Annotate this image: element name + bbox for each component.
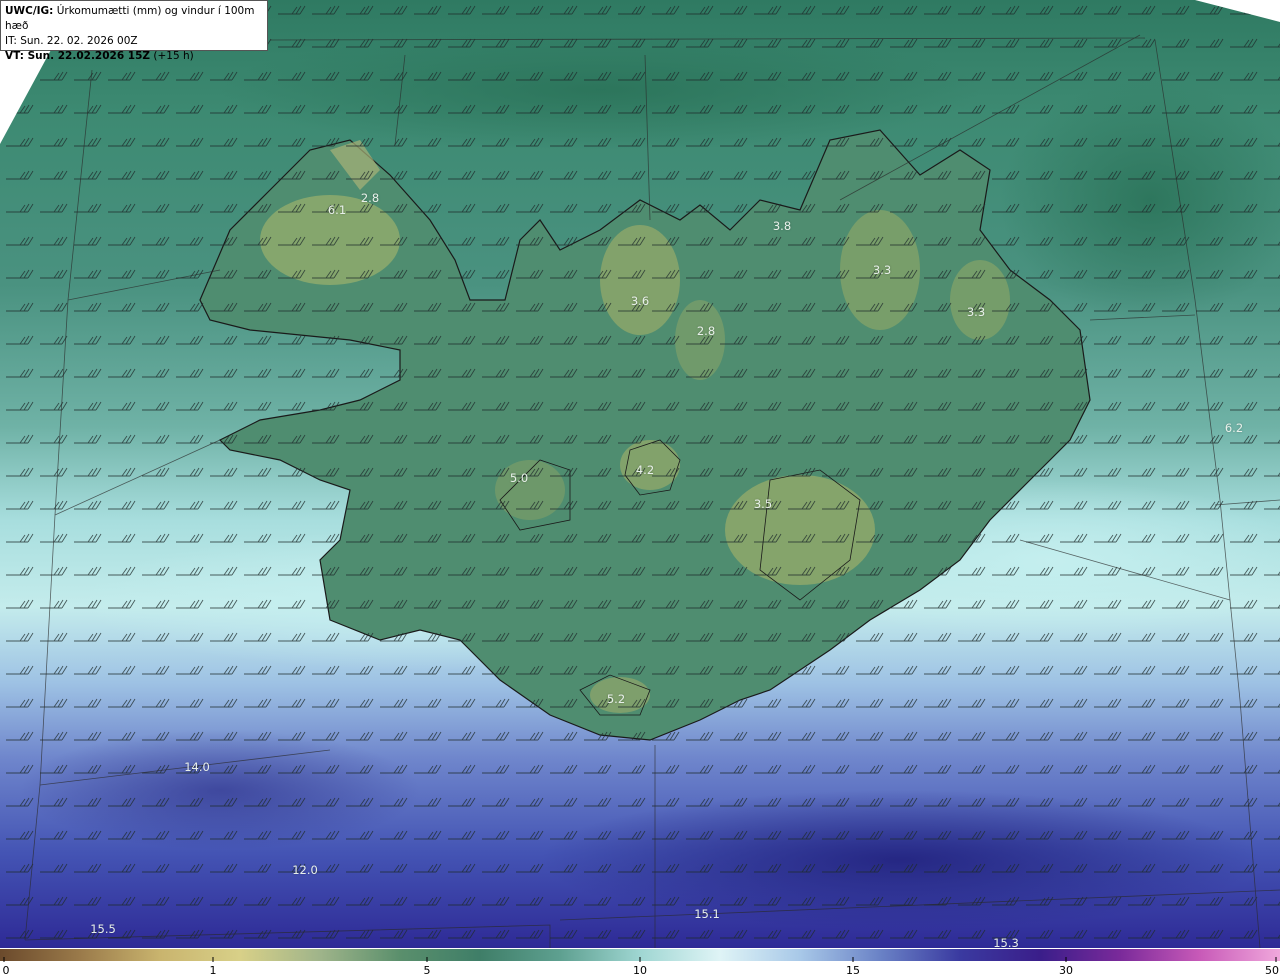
valid-time-line: VT: Sun. 22.02.2026 15Z (+15 h)	[5, 49, 263, 64]
precip-value-label: 5.0	[509, 471, 529, 485]
colorbar-tick-label: 10	[633, 964, 647, 977]
title-line: UWC/IG: Úrkomumætti (mm) og vindur í 100…	[5, 4, 263, 34]
colorbar-strip	[0, 949, 1280, 962]
precip-value-label: 2.8	[696, 324, 716, 338]
precip-value-label: 15.1	[694, 907, 720, 921]
forecast-offset: (+15 h)	[153, 50, 194, 62]
precip-value-label: 12.0	[292, 863, 318, 877]
colorbar-tick-label: 50	[1265, 964, 1279, 977]
precip-value-label: 5.2	[606, 692, 626, 706]
valid-time: VT: Sun. 22.02.2026 15Z	[5, 50, 151, 62]
colorbar-tick-label: 0	[2, 964, 10, 977]
precip-value-label: 3.3	[966, 305, 986, 319]
precip-value-label: 15.5	[90, 922, 116, 936]
precipitation-map: 2.8 6.1 3.8 3.3 3.3 3.6 2.8 4.2 5.0 3.5 6.2 5.2 14.0…	[0, 0, 1280, 950]
colorbar-tick-label: 1	[209, 964, 217, 977]
title-box: UWC/IG: Úrkomumætti (mm) og vindur í 100…	[0, 0, 268, 62]
precip-value-label: 2.8	[360, 191, 380, 205]
precip-value-label: 3.3	[872, 263, 892, 277]
colorbar-tick-label: 5	[423, 964, 431, 977]
colorbar-tick-label: 15	[846, 964, 860, 977]
colorbar-tick-label: 30	[1059, 964, 1073, 977]
precip-value-label: 14.0	[184, 760, 210, 774]
precip-value-label: 6.2	[1224, 421, 1244, 435]
precip-value-label: 3.6	[630, 294, 650, 308]
init-time: IT: Sun. 22. 02. 2026 00Z	[5, 35, 138, 47]
precip-value-label: 6.1	[327, 203, 347, 217]
model-label: UWC/IG:	[5, 5, 54, 17]
precip-value-label: 3.8	[772, 219, 792, 233]
precip-value-label: 4.2	[635, 463, 655, 477]
precip-value-label: 3.5	[753, 497, 773, 511]
